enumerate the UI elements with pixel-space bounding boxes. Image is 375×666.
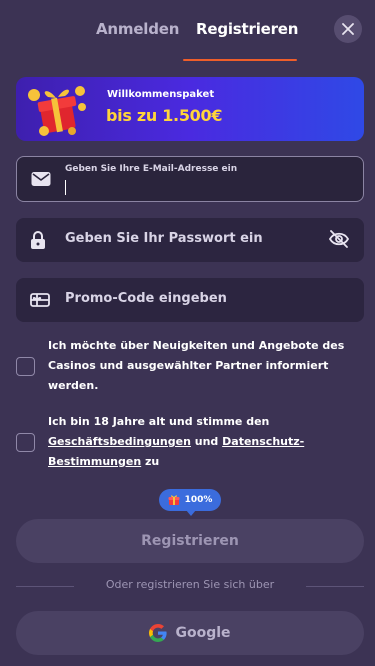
tab-register[interactable]: Registrieren [196, 20, 298, 38]
lock-icon [31, 231, 45, 249]
password-placeholder: Geben Sie Ihr Passwort ein [65, 231, 263, 246]
envelope-icon [31, 172, 51, 186]
divider-text: Oder registrieren Sie sich über [105, 578, 275, 591]
email-field[interactable]: Geben Sie Ihre E-Mail-Adresse ein [16, 156, 364, 202]
social-divider: Oder registrieren Sie sich über [16, 578, 364, 594]
promo-code-field[interactable]: Promo-Code eingeben [16, 278, 364, 322]
promo-code-placeholder: Promo-Code eingeben [65, 291, 227, 306]
auth-tabs: Anmelden Registrieren [0, 0, 375, 62]
terms-link[interactable]: Geschäftsbedingungen [48, 435, 191, 448]
badge-pointer [186, 510, 196, 516]
newsletter-checkbox[interactable] [16, 357, 35, 376]
password-field[interactable]: Geben Sie Ihr Passwort ein [16, 218, 364, 262]
progress-badge: 100% [159, 489, 221, 511]
progress-badge-text: 100% [184, 495, 213, 505]
terms-and: und [194, 435, 219, 448]
gift-box-icon [28, 86, 86, 136]
register-button[interactable]: Registrieren [16, 519, 364, 563]
terms-checkbox[interactable] [16, 433, 35, 452]
welcome-bonus-banner: Willkommenspaket bis zu 1.500€ [16, 77, 364, 141]
divider-line-right [306, 586, 364, 587]
google-button-label: Google [175, 625, 231, 641]
eye-off-icon[interactable] [328, 229, 350, 249]
email-label: Geben Sie Ihre E-Mail-Adresse ein [65, 164, 238, 174]
active-tab-indicator [183, 59, 297, 61]
gift-icon [168, 495, 180, 505]
newsletter-consent-row: Ich möchte über Neuigkeiten und Angebote… [16, 336, 364, 398]
close-button[interactable] [334, 15, 362, 43]
banner-headline: bis zu 1.500€ [106, 106, 223, 125]
gift-card-icon [30, 293, 50, 307]
text-caret [65, 180, 66, 195]
terms-prefix: Ich bin 18 Jahre alt und stimme den [48, 415, 270, 428]
tab-login[interactable]: Anmelden [96, 20, 179, 38]
terms-consent-row: Ich bin 18 Jahre alt und stimme den Gesc… [16, 412, 364, 474]
terms-suffix: zu [145, 455, 160, 468]
close-icon [342, 23, 354, 35]
newsletter-consent-text: Ich möchte über Neuigkeiten und Angebote… [48, 339, 345, 392]
terms-consent-text: Ich bin 18 Jahre alt und stimme den Gesc… [48, 412, 364, 472]
google-icon [149, 624, 168, 642]
google-signup-button[interactable]: Google [16, 611, 364, 655]
banner-subtitle: Willkommenspaket [107, 89, 215, 100]
